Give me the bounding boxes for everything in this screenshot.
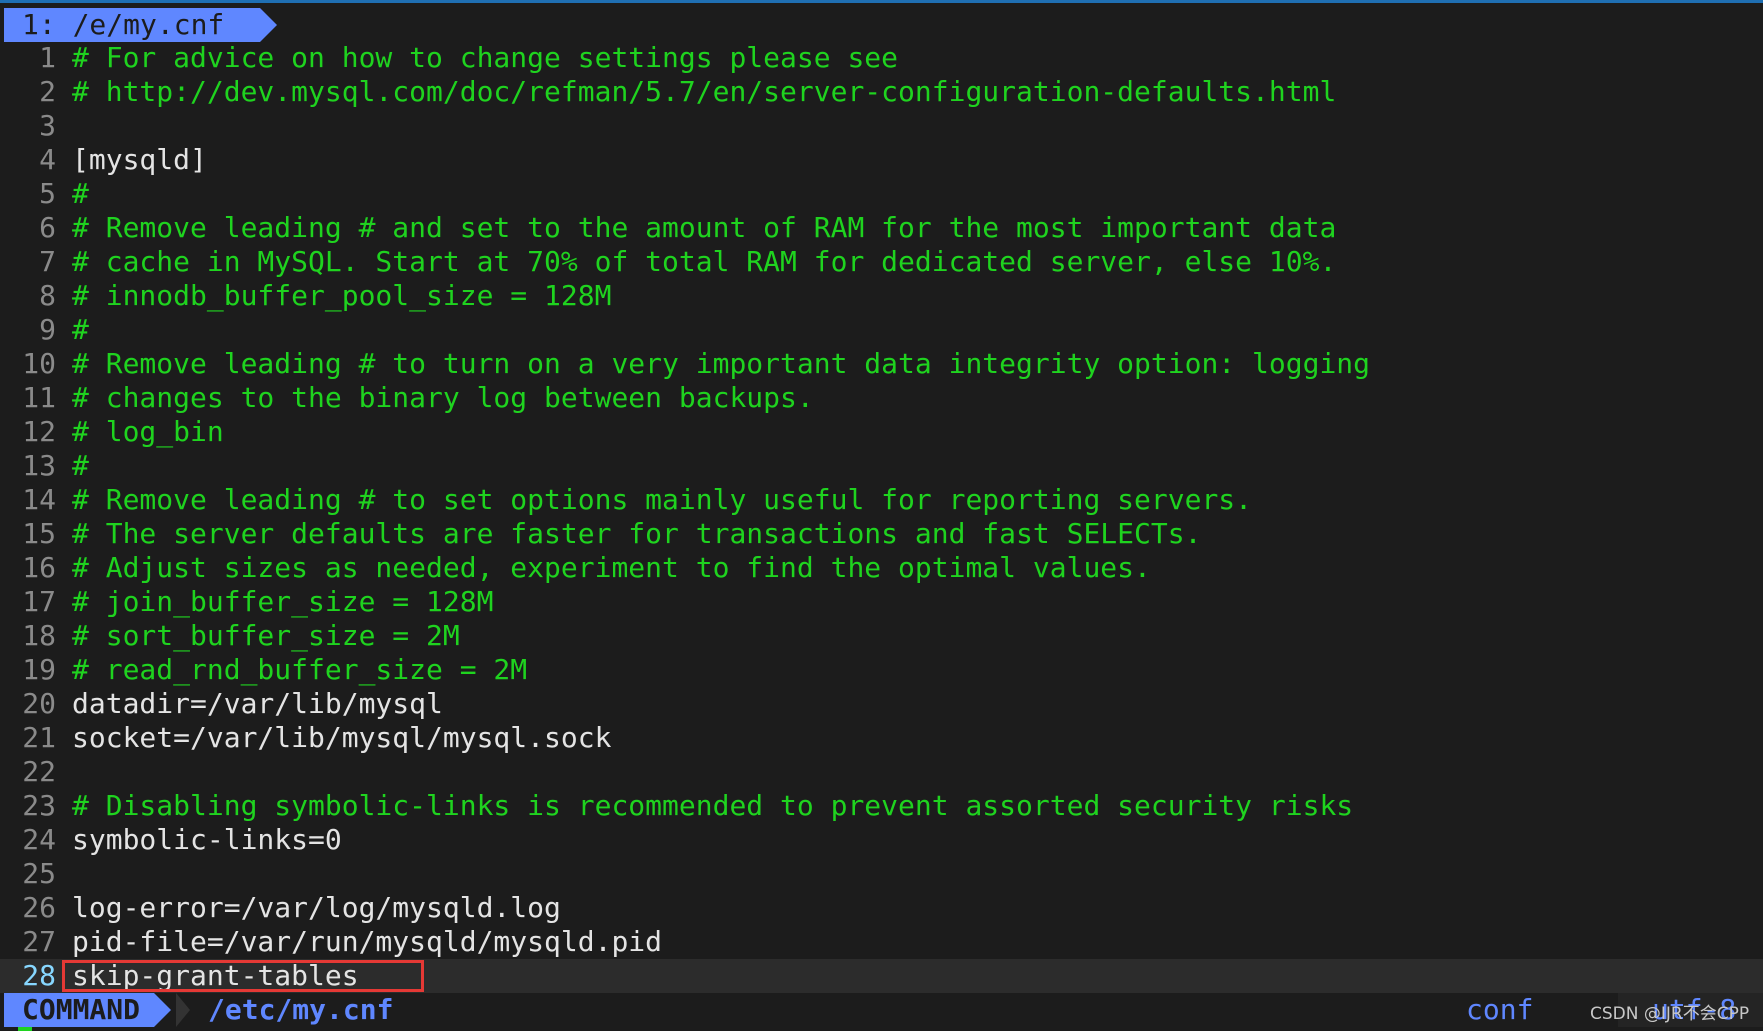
line-number: 15 — [22, 517, 56, 550]
line-number: 16 — [22, 551, 56, 584]
code-line[interactable]: 24 symbolic-links=0 — [0, 823, 1763, 857]
line-number: 6 — [39, 211, 56, 244]
command-cursor — [18, 1027, 32, 1031]
tab-bar: 1: /e/my.cnf — [0, 3, 1763, 42]
code-line[interactable]: 15 # The server defaults are faster for t… — [0, 517, 1763, 551]
code-line[interactable]: 27 pid-file=/var/run/mysqld/mysqld.pid — [0, 925, 1763, 959]
line-text: # Remove leading # to turn on a very imp… — [72, 347, 1371, 380]
line-number: 11 — [22, 381, 56, 414]
line-text: # — [72, 449, 89, 482]
line-number: 3 — [39, 109, 56, 142]
line-text: # Remove leading # to set options mainly… — [72, 483, 1253, 516]
code-line[interactable]: 11 # changes to the binary log between ba… — [0, 381, 1763, 415]
line-text: [mysqld] — [72, 143, 207, 176]
separator-arrow — [176, 993, 190, 1027]
line-text: # For advice on how to change settings p… — [72, 41, 899, 74]
line-number: 22 — [22, 755, 56, 788]
line-number: 7 — [39, 245, 56, 278]
line-text: # join_buffer_size = 128M — [72, 585, 494, 618]
line-text: # http://dev.mysql.com/doc/refman/5.7/en… — [72, 75, 1337, 108]
line-number: 14 — [22, 483, 56, 516]
line-number: 25 — [22, 857, 56, 890]
watermark: CSDN @IJR不会CPP — [1590, 1004, 1750, 1024]
line-number: 21 — [22, 721, 56, 754]
mode-indicator: COMMAND — [4, 993, 171, 1027]
code-line[interactable]: 8 # innodb_buffer_pool_size = 128M — [0, 279, 1763, 313]
line-number: 24 — [22, 823, 56, 856]
line-number: 1 — [39, 41, 56, 74]
file-path: /etc/my.cnf — [208, 993, 394, 1026]
code-line[interactable]: 7 # cache in MySQL. Start at 70% of total… — [0, 245, 1763, 279]
line-number: 19 — [22, 653, 56, 686]
line-text: # The server defaults are faster for tra… — [72, 517, 1202, 550]
line-number: 18 — [22, 619, 56, 652]
code-line[interactable]: 5 # — [0, 177, 1763, 211]
line-number: 2 — [39, 75, 56, 108]
code-line[interactable]: 6 # Remove leading # and set to the amoun… — [0, 211, 1763, 245]
line-text: # sort_buffer_size = 2M — [72, 619, 460, 652]
code-line[interactable]: 23 # Disabling symbolic-links is recommen… — [0, 789, 1763, 823]
code-line[interactable]: 14 # Remove leading # to set options main… — [0, 483, 1763, 517]
line-number: 26 — [22, 891, 56, 924]
line-text: # innodb_buffer_pool_size = 128M — [72, 279, 612, 312]
code-line[interactable]: 26 log-error=/var/log/mysqld.log — [0, 891, 1763, 925]
line-number: 4 — [39, 143, 56, 176]
line-text: # changes to the binary log between back… — [72, 381, 814, 414]
line-text: symbolic-links=0 — [72, 823, 342, 856]
line-number: 10 — [22, 347, 56, 380]
code-line[interactable]: 2 # http://dev.mysql.com/doc/refman/5.7/e… — [0, 75, 1763, 109]
status-line: COMMAND /etc/my.cnf conf utf-8 CSDN @IJR… — [0, 993, 1763, 1027]
line-text: # — [72, 313, 89, 346]
line-number: 13 — [22, 449, 56, 482]
line-text: socket=/var/lib/mysql/mysql.sock — [72, 721, 612, 754]
code-line[interactable]: 28 skip-grant-tables — [0, 959, 1763, 993]
line-number: 12 — [22, 415, 56, 448]
code-line[interactable]: 1 # For advice on how to change settings … — [0, 41, 1763, 75]
line-number: 17 — [22, 585, 56, 618]
line-number: 23 — [22, 789, 56, 822]
tab-my-cnf[interactable]: 1: /e/my.cnf — [4, 8, 277, 42]
line-number: 27 — [22, 925, 56, 958]
code-line[interactable]: 18 # sort_buffer_size = 2M — [0, 619, 1763, 653]
line-text: # read_rnd_buffer_size = 2M — [72, 653, 528, 686]
line-text: datadir=/var/lib/mysql — [72, 687, 443, 720]
line-text: # Remove leading # and set to the amount… — [72, 211, 1337, 244]
code-line[interactable]: 12 # log_bin — [0, 415, 1763, 449]
code-line[interactable]: 10 # Remove leading # to turn on a very i… — [0, 347, 1763, 381]
line-text: # Adjust sizes as needed, experiment to … — [72, 551, 1151, 584]
filetype: conf — [1466, 993, 1534, 1026]
code-line[interactable]: 16 # Adjust sizes as needed, experiment t… — [0, 551, 1763, 585]
code-line[interactable]: 20 datadir=/var/lib/mysql — [0, 687, 1763, 721]
code-line[interactable]: 3 — [0, 109, 1763, 143]
line-text: log-error=/var/log/mysqld.log — [72, 891, 561, 924]
code-line[interactable]: 22 — [0, 755, 1763, 789]
line-number: 8 — [39, 279, 56, 312]
line-text: # Disabling symbolic-links is recommende… — [72, 789, 1354, 822]
line-text: # cache in MySQL. Start at 70% of total … — [72, 245, 1337, 278]
code-line[interactable]: 25 — [0, 857, 1763, 891]
code-line[interactable]: 4 [mysqld] — [0, 143, 1763, 177]
line-number: 9 — [39, 313, 56, 346]
code-line[interactable]: 17 # join_buffer_size = 128M — [0, 585, 1763, 619]
line-number: 5 — [39, 177, 56, 210]
code-line[interactable]: 19 # read_rnd_buffer_size = 2M — [0, 653, 1763, 687]
code-line[interactable]: 13 # — [0, 449, 1763, 483]
line-text: # log_bin — [72, 415, 224, 448]
line-number: 20 — [22, 687, 56, 720]
code-line[interactable]: 9 # — [0, 313, 1763, 347]
highlight-box — [62, 960, 424, 992]
editor-buffer[interactable]: 1 # For advice on how to change settings … — [0, 41, 1763, 993]
line-text: # — [72, 177, 89, 210]
code-line[interactable]: 21 socket=/var/lib/mysql/mysql.sock — [0, 721, 1763, 755]
line-text: pid-file=/var/run/mysqld/mysqld.pid — [72, 925, 663, 958]
